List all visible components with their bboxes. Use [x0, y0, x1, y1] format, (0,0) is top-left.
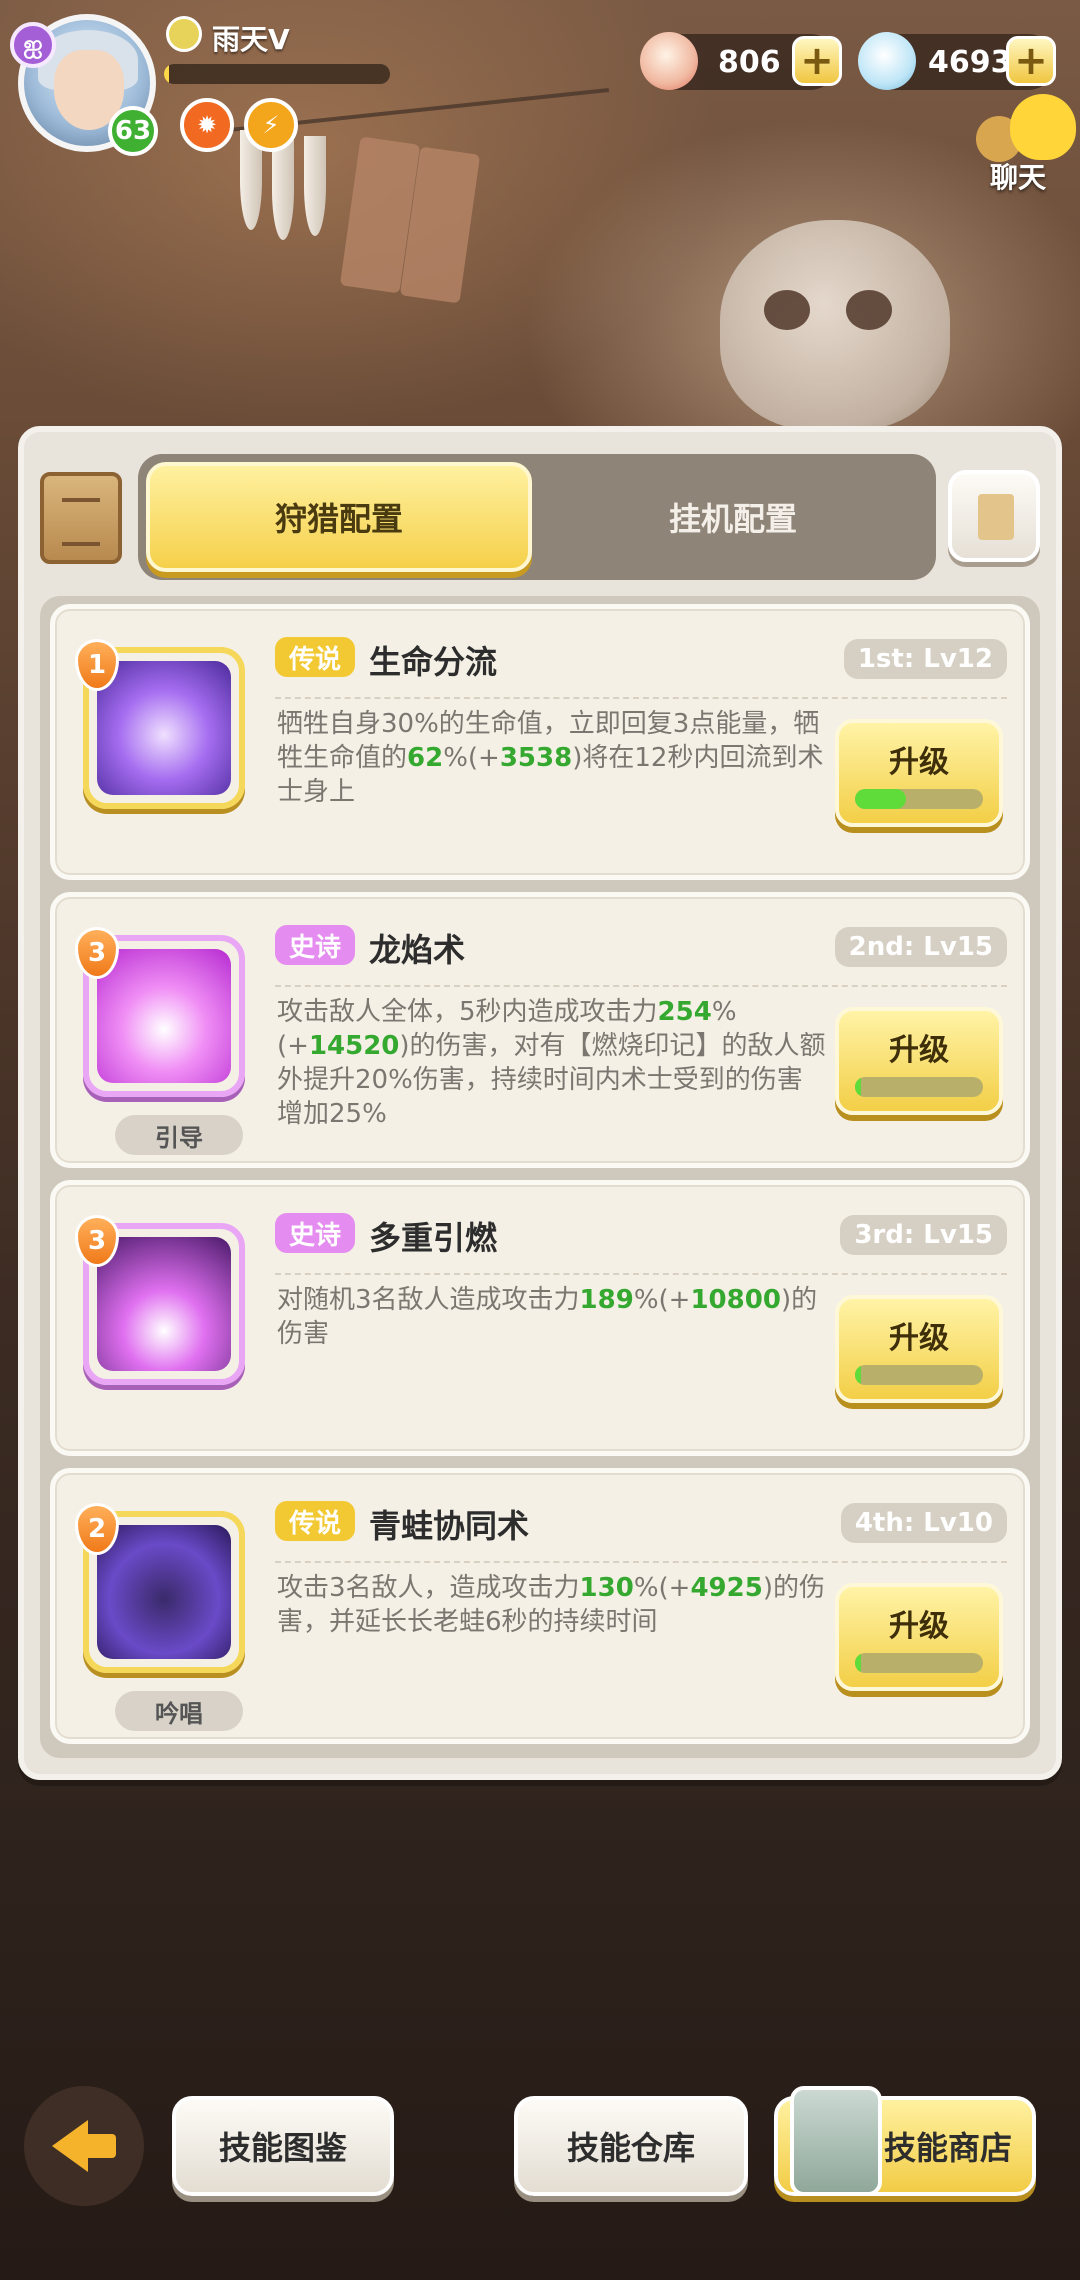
skill-description: 对随机3名敌人造成攻击力189%(+10800)的伤害: [277, 1285, 818, 1349]
config-tabs: 狩猎配置 挂机配置: [138, 454, 936, 580]
skill-description: 攻击3名敌人，造成攻击力130%(+4925)的伤害，并延长长老蛙6秒的持续时间: [277, 1573, 825, 1637]
currency-diamond: 4693 +: [858, 32, 1056, 90]
emoji-icon: [166, 16, 202, 52]
rarity-badge: 史诗: [275, 925, 356, 965]
scroll-icon[interactable]: [40, 472, 122, 564]
tab-hunt-config[interactable]: 狩猎配置: [146, 462, 532, 572]
rarity-badge: 传说: [275, 637, 356, 677]
guide-book-button[interactable]: [948, 470, 1040, 562]
skill-card: 1 传说 生命分流 1st: Lv12 牺牲自身30%的生命值，立即回复3点能量…: [50, 604, 1030, 880]
rarity-badge: 传说: [275, 1501, 356, 1541]
skill-name: 青蛙协同术: [369, 1507, 530, 1545]
chat-label[interactable]: 聊天: [990, 156, 1046, 196]
currency-shell: 806 +: [640, 32, 842, 90]
slot-level-badge: 3rd: Lv15: [840, 1215, 1007, 1255]
shop-icon: [790, 2086, 882, 2196]
shell-amount: 806: [718, 45, 781, 80]
add-shell-button[interactable]: +: [792, 36, 842, 86]
xp-bar: [164, 64, 390, 84]
skill-card: 3 引导 史诗 龙焰术 2nd: Lv15 攻击敌人全体，5秒内造成攻击力254…: [50, 892, 1030, 1168]
upgrade-progress-bar: [855, 1653, 983, 1673]
buff-gear-icon[interactable]: ✹: [180, 98, 234, 152]
slot-level-badge: 1st: Lv12: [843, 639, 1007, 679]
upgrade-button[interactable]: 升级: [835, 719, 1003, 827]
buff-dragon-icon[interactable]: ⚡: [244, 98, 298, 152]
upgrade-button[interactable]: 升级: [835, 1583, 1003, 1691]
upgrade-progress-bar: [855, 1077, 983, 1097]
skill-card: 3 史诗 多重引燃 3rd: Lv15 对随机3名敌人造成攻击力189%(+10…: [50, 1180, 1030, 1456]
skill-storage-button[interactable]: 技能仓库: [514, 2096, 748, 2196]
skill-name: 龙焰术: [369, 931, 466, 969]
upgrade-progress-bar: [855, 789, 983, 809]
rarity-badge: 史诗: [275, 1213, 356, 1253]
slot-level-badge: 4th: Lv10: [840, 1503, 1007, 1543]
slot-level-badge: 2nd: Lv15: [834, 927, 1007, 967]
skill-name: 生命分流: [369, 643, 498, 681]
tab-idle-config[interactable]: 挂机配置: [538, 462, 928, 572]
shell-icon: [640, 32, 698, 90]
upgrade-button[interactable]: 升级: [835, 1295, 1003, 1403]
skill-type-tag: 吟唱: [115, 1691, 243, 1731]
skill-description: 攻击敌人全体，5秒内造成攻击力254%(+14520)的伤害，对有【燃烧印记】的…: [277, 997, 826, 1129]
skull-decoration: [720, 220, 950, 430]
add-diamond-button[interactable]: +: [1006, 36, 1056, 86]
player-level-badge: 63: [108, 106, 158, 156]
crystal-icon: [858, 32, 916, 90]
skill-type-tag: 引导: [115, 1115, 243, 1155]
upgrade-progress-bar: [855, 1365, 983, 1385]
diamond-amount: 4693: [928, 45, 1012, 80]
skill-shop-button[interactable]: 技能商店: [774, 2086, 1036, 2196]
skill-card: 2 吟唱 传说 青蛙协同术 4th: Lv10 攻击3名敌人，造成攻击力130%…: [50, 1468, 1030, 1744]
skill-description: 牺牲自身30%的生命值，立即回复3点能量，牺牲生命值的62%(+3538)将在1…: [277, 709, 824, 807]
upgrade-button[interactable]: 升级: [835, 1007, 1003, 1115]
class-icon: ஐ: [10, 22, 56, 68]
player-name[interactable]: 雨天V: [212, 18, 290, 58]
back-arrow-button[interactable]: [24, 2086, 144, 2206]
skill-codex-button[interactable]: 技能图鉴: [172, 2096, 394, 2196]
chat-icon[interactable]: [1010, 94, 1076, 160]
skill-name: 多重引燃: [369, 1219, 498, 1257]
